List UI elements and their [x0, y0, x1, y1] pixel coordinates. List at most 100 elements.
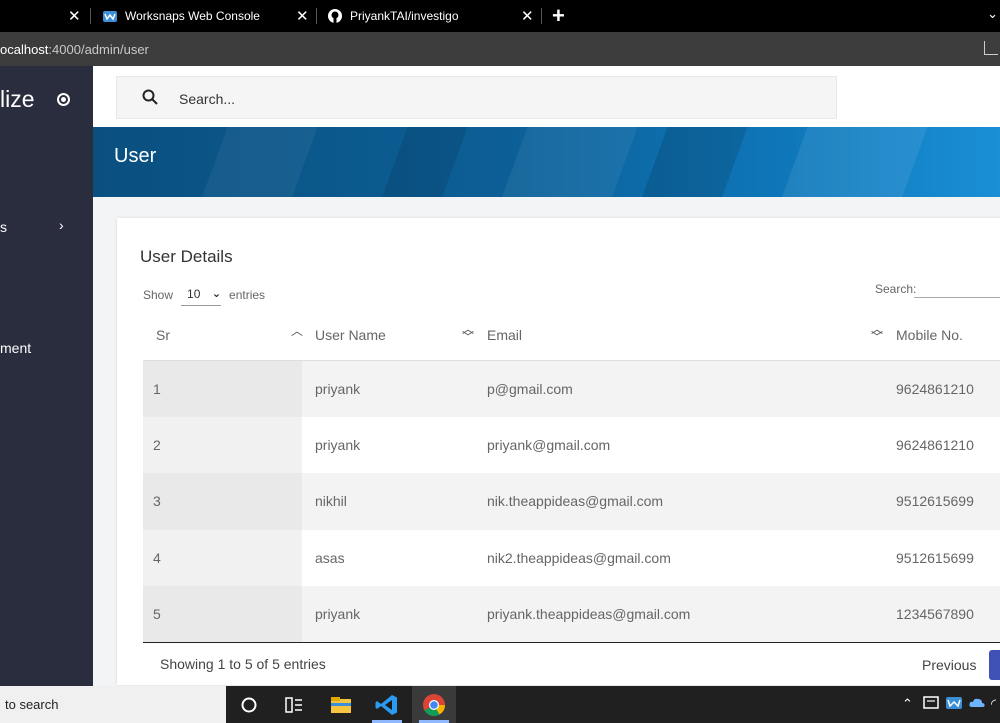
- table-row[interactable]: 4 asas nik2.theappideas@gmail.com 951261…: [143, 529, 1000, 586]
- tab-separator: [541, 8, 542, 24]
- taskbar: to search ⌃ ◜: [0, 686, 1000, 723]
- task-view-icon[interactable]: [281, 692, 307, 718]
- tab-separator: [90, 8, 91, 24]
- cell-sr: 2: [143, 416, 302, 473]
- table-search-label: Search:: [875, 282, 917, 296]
- cell-email: nik.theappideas@gmail.com: [474, 473, 883, 530]
- cell-username: asas: [302, 529, 474, 586]
- banner-stripe: [371, 127, 475, 197]
- cell-email: priyank.theappideas@gmail.com: [474, 586, 883, 643]
- tab-separator: [316, 8, 317, 24]
- page-size-control: Show 10 ⌄ entries: [143, 284, 265, 306]
- worksnaps-tray-icon[interactable]: [945, 694, 963, 712]
- cell-email: p@gmail.com: [474, 360, 883, 417]
- cell-username: priyank: [302, 586, 474, 643]
- cloud-icon[interactable]: [968, 694, 986, 712]
- search-input[interactable]: Search...: [116, 76, 837, 119]
- table-row[interactable]: 2 priyank priyank@gmail.com 9624861210: [143, 416, 1000, 473]
- sidebar-item-label: s: [0, 219, 7, 235]
- sort-both-icon: ︿ ﹀: [462, 322, 475, 344]
- browser-tab-bar: ✕ Worksnaps Web Console ✕ PriyankTAI/inv…: [0, 0, 1000, 32]
- page-title: User: [114, 145, 157, 167]
- column-label: Email: [487, 326, 523, 343]
- vscode-icon[interactable]: [374, 692, 400, 718]
- tray-app-icon[interactable]: [922, 694, 940, 712]
- search-icon: [142, 89, 158, 105]
- cell-username: priyank: [302, 360, 474, 417]
- cell-sr: 5: [143, 586, 302, 643]
- cell-email: nik2.theappideas@gmail.com: [474, 529, 883, 586]
- column-label: User Name: [315, 326, 386, 343]
- sidebar-toggle-icon[interactable]: [57, 93, 70, 106]
- cell-mobile: 9512615699: [883, 529, 1000, 586]
- sort-both-icon: ︿ ﹀: [871, 322, 884, 344]
- sidebar-item-label: ment: [0, 340, 32, 356]
- url-text[interactable]: ocalhost:4000/admin/user: [0, 42, 149, 57]
- top-bar: Search...: [93, 66, 1000, 128]
- network-icon[interactable]: ◜: [991, 696, 996, 712]
- sidebar: lize s › ment: [0, 66, 93, 686]
- users-table: Sr ︿ User Name ︿ ﹀ Email ︿ ﹀ Mobile No. 1: [143, 310, 1000, 643]
- cell-email: priyank@gmail.com: [474, 416, 883, 473]
- banner-stripe: [491, 127, 645, 197]
- table-search-input[interactable]: [914, 297, 1000, 298]
- cell-mobile: 9512615699: [883, 473, 1000, 530]
- github-icon: [328, 9, 342, 23]
- cell-username: nikhil: [302, 473, 474, 530]
- cortana-icon[interactable]: [236, 692, 262, 718]
- column-label: Mobile No.: [896, 326, 963, 343]
- card-title: User Details: [140, 247, 233, 266]
- sidebar-item-1[interactable]: s: [0, 219, 7, 235]
- chevron-right-icon[interactable]: ›: [59, 217, 64, 233]
- url-host: ocalhost: [0, 42, 49, 57]
- cell-username: priyank: [302, 416, 474, 473]
- page-size-select[interactable]: 10 ⌄: [181, 284, 222, 306]
- page-1-button[interactable]: [989, 650, 1000, 680]
- banner-stripe: [191, 127, 325, 197]
- cell-mobile: 9624861210: [883, 360, 1000, 417]
- share-icon[interactable]: [984, 41, 998, 55]
- previous-page-button[interactable]: Previous: [922, 657, 976, 673]
- tab-github[interactable]: PriyankTAI/investigo ✕: [327, 0, 537, 32]
- cell-sr: 4: [143, 529, 302, 586]
- chrome-icon[interactable]: [421, 692, 447, 718]
- file-explorer-icon[interactable]: [328, 692, 354, 718]
- cell-sr: 1: [143, 360, 302, 417]
- brand-logo: lize: [0, 86, 35, 112]
- new-tab-icon[interactable]: +: [552, 3, 565, 29]
- chevron-down-icon[interactable]: ⌄: [987, 6, 998, 22]
- column-header-username[interactable]: User Name ︿ ﹀: [302, 310, 475, 361]
- entries-label: entries: [229, 288, 266, 302]
- address-bar[interactable]: ocalhost:4000/admin/user: [0, 32, 1000, 66]
- cell-mobile: 9624861210: [883, 416, 1000, 473]
- table-row[interactable]: 5 priyank priyank.theappideas@gmail.com …: [143, 586, 1000, 643]
- column-header-mobile[interactable]: Mobile No.: [883, 310, 1000, 361]
- taskbar-search-text: to search: [5, 697, 59, 712]
- sidebar-item-2[interactable]: ment: [0, 340, 31, 356]
- chevron-down-icon: ⌄: [211, 288, 222, 300]
- table-header-row: Sr ︿ User Name ︿ ﹀ Email ︿ ﹀ Mobile No.: [143, 310, 1000, 361]
- banner-stripe: [771, 127, 935, 197]
- search-placeholder: Search...: [179, 91, 236, 107]
- close-tab-icon[interactable]: ✕: [68, 7, 81, 25]
- column-header-email[interactable]: Email ︿ ﹀: [474, 310, 884, 361]
- page-header-banner: User: [93, 127, 1000, 197]
- close-tab-icon[interactable]: ✕: [521, 7, 534, 25]
- banner-stripe: [631, 127, 755, 197]
- taskbar-search[interactable]: to search: [0, 686, 226, 723]
- tab-label: Worksnaps Web Console: [125, 9, 260, 23]
- tab-label: PriyankTAI/investigo: [350, 9, 459, 23]
- chevron-up-icon[interactable]: ⌃: [902, 696, 913, 712]
- table-row[interactable]: 1 priyank p@gmail.com 9624861210: [143, 360, 1000, 417]
- column-label: Sr: [156, 326, 170, 343]
- tab-worksnaps[interactable]: Worksnaps Web Console ✕: [102, 0, 312, 32]
- table-row[interactable]: 3 nikhil nik.theappideas@gmail.com 95126…: [143, 473, 1000, 530]
- worksnaps-icon: [103, 11, 117, 22]
- column-header-sr[interactable]: Sr ︿: [143, 310, 303, 361]
- url-path: :4000/admin/user: [48, 42, 149, 57]
- show-label: Show: [143, 288, 174, 302]
- page-size-value: 10: [187, 287, 201, 301]
- table-info: Showing 1 to 5 of 5 entries: [160, 656, 326, 672]
- close-tab-icon[interactable]: ✕: [296, 7, 309, 25]
- cell-mobile: 1234567890: [883, 586, 1000, 643]
